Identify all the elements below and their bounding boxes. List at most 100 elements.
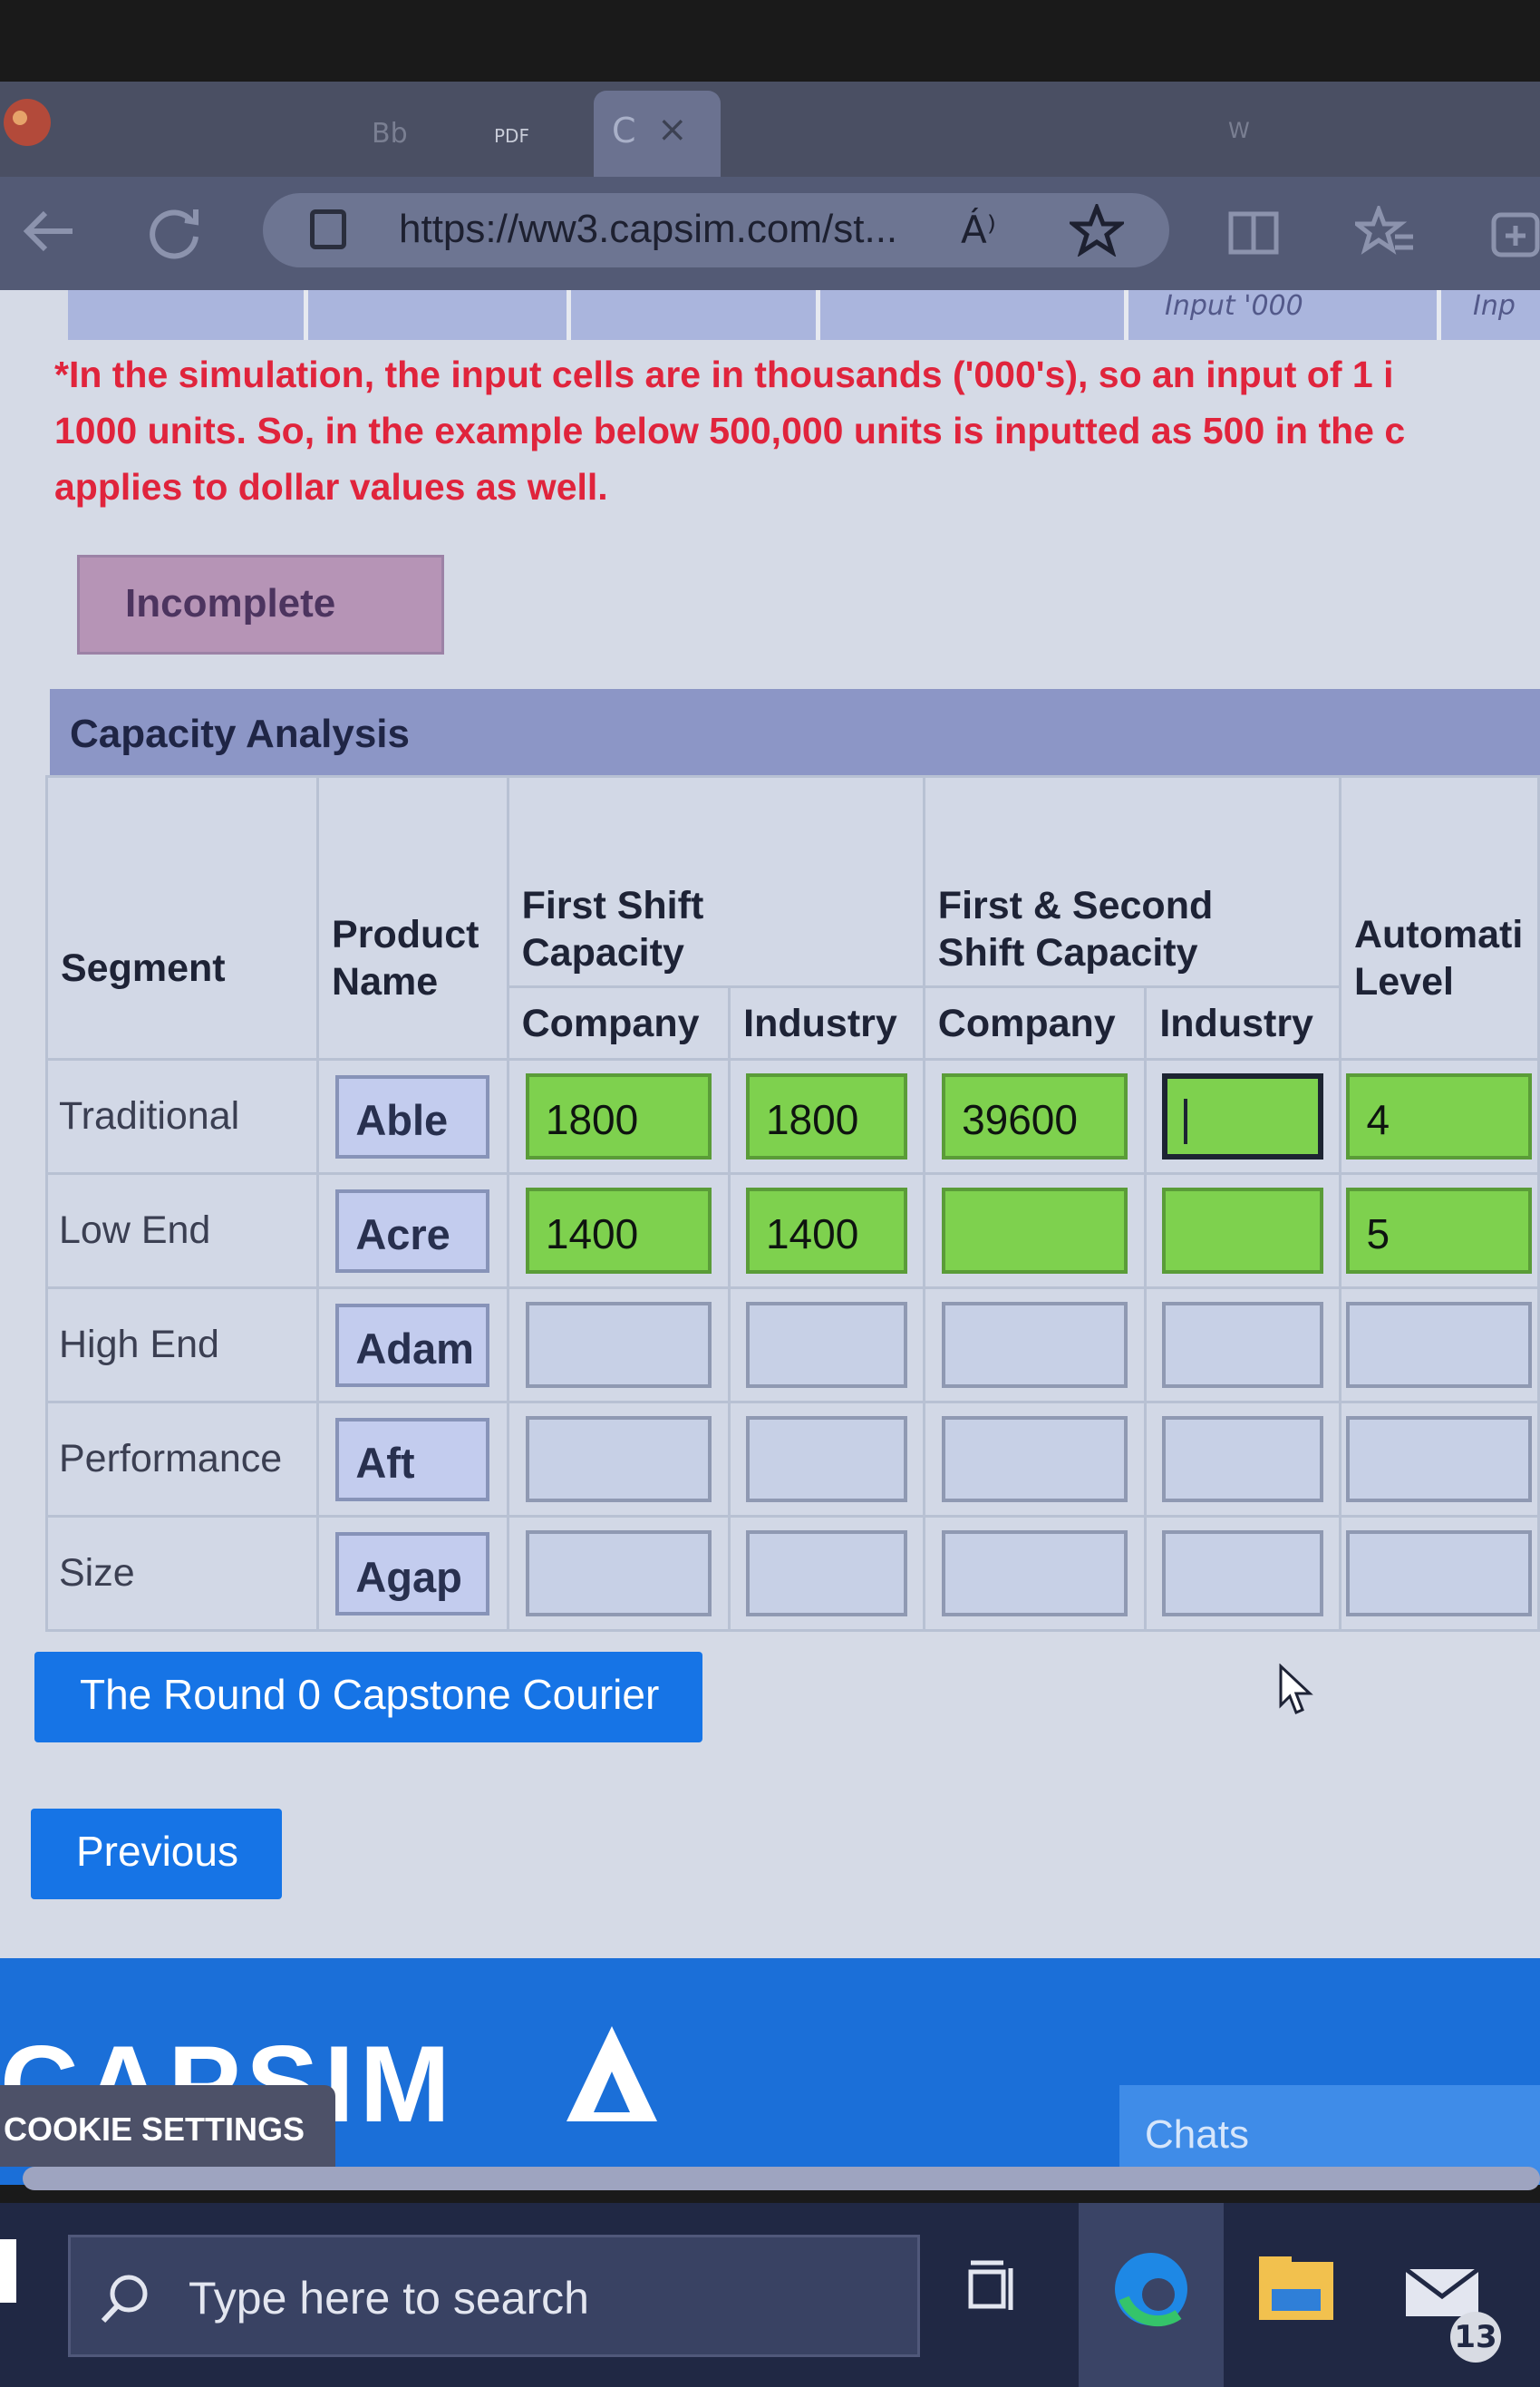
automation-level-input[interactable] <box>1346 1530 1533 1616</box>
first-shift-company-input-cell <box>506 1401 731 1518</box>
header-line: Level <box>1353 959 1454 1004</box>
product-name-cell: Adam <box>316 1286 509 1403</box>
first-shift-industry-input[interactable] <box>745 1530 907 1616</box>
header-fs-company: Company <box>506 985 731 1061</box>
previous-table-strip: Input '000 Inp <box>68 290 1540 340</box>
first-second-shift-industry-input[interactable] <box>1162 1302 1324 1388</box>
automation-level-input-cell: 5 <box>1338 1172 1540 1289</box>
refresh-icon[interactable] <box>145 202 205 262</box>
search-placeholder: Type here to search <box>189 2273 589 2324</box>
first-shift-industry-input[interactable] <box>745 1302 907 1388</box>
capsim-page: Input '000 Inp *In the simulation, the i… <box>0 290 1540 1958</box>
url-text: https://ww3.capsim.com/st... <box>399 207 898 251</box>
first-second-shift-company-input[interactable] <box>942 1188 1128 1274</box>
automation-level-input-cell: 4 <box>1338 1058 1540 1175</box>
first-shift-industry-input-cell <box>728 1286 925 1403</box>
search-icon <box>101 2275 148 2324</box>
header-automation-level: Automati Level <box>1338 775 1540 1061</box>
product-name-cell: Agap <box>316 1515 509 1632</box>
table-row: Low End Acre 1400 1400 5 <box>44 1172 1540 1289</box>
capacity-analysis-table: Segment Product Name First Shift Capacit… <box>44 775 1540 1632</box>
first-second-shift-industry-input-cell <box>1144 1401 1341 1518</box>
first-shift-industry-input-cell <box>728 1515 925 1632</box>
first-shift-industry-input[interactable]: 1800 <box>745 1073 907 1160</box>
capsim-mountain-logo-icon <box>567 2026 657 2121</box>
favorite-star-icon[interactable] <box>1070 204 1124 257</box>
automation-level-input[interactable] <box>1346 1416 1533 1502</box>
capacity-analysis-header: Capacity Analysis <box>50 689 1540 775</box>
back-icon[interactable] <box>18 204 82 258</box>
previous-button[interactable]: Previous <box>31 1809 282 1899</box>
first-shift-company-input[interactable] <box>525 1416 712 1502</box>
tab-capsim-active[interactable]: C × <box>594 91 721 181</box>
notice-line: *In the simulation, the input cells are … <box>54 354 1394 395</box>
table-row: Size Agap <box>44 1515 1540 1632</box>
first-second-shift-company-input[interactable] <box>942 1530 1128 1616</box>
first-second-shift-industry-input[interactable] <box>1162 1416 1324 1502</box>
first-second-shift-industry-input[interactable] <box>1162 1530 1324 1616</box>
first-shift-industry-input-cell: 1400 <box>728 1172 925 1289</box>
first-second-shift-industry-input[interactable] <box>1162 1073 1324 1160</box>
first-shift-company-input[interactable]: 1400 <box>525 1188 712 1274</box>
profile-avatar-icon[interactable] <box>0 91 63 154</box>
header-first-second-shift-capacity: First & Second Shift Capacity <box>922 775 1341 988</box>
header-line: Capacity <box>521 931 684 975</box>
taskbar-search-box[interactable]: Type here to search <box>68 2235 920 2357</box>
address-bar[interactable]: https://ww3.capsim.com/st... Á⁾ <box>263 193 1169 267</box>
split-screen-icon[interactable] <box>1228 211 1279 255</box>
first-second-shift-company-input[interactable] <box>942 1416 1128 1502</box>
lock-icon[interactable] <box>310 209 346 249</box>
automation-level-input[interactable]: 5 <box>1346 1188 1533 1274</box>
start-button-edge[interactable] <box>0 2239 16 2303</box>
table-row: Performance Aft <box>44 1401 1540 1518</box>
tab-pdf[interactable]: PDF <box>494 125 529 147</box>
product-name-cell: Aft <box>316 1401 509 1518</box>
first-shift-company-input[interactable] <box>525 1302 712 1388</box>
first-shift-industry-input-cell <box>728 1401 925 1518</box>
automation-level-input[interactable]: 4 <box>1346 1073 1533 1160</box>
browser-tab-strip: Bb PDF W C × <box>0 82 1540 181</box>
favorites-icon[interactable] <box>1355 206 1415 257</box>
capstone-courier-button[interactable]: The Round 0 Capstone Courier <box>34 1652 702 1742</box>
product-name-label: Agap <box>335 1531 490 1616</box>
windows-taskbar: Type here to search 13 <box>0 2203 1540 2387</box>
tab-blackboard[interactable]: Bb <box>372 118 408 150</box>
first-second-shift-company-input-cell <box>922 1172 1148 1289</box>
table-row: Traditional Able 1800 1800 39600 4 <box>44 1058 1540 1175</box>
file-explorer-icon[interactable] <box>1255 2253 1337 2325</box>
first-second-shift-company-input[interactable]: 39600 <box>942 1073 1128 1160</box>
header-line: First Shift <box>521 884 704 927</box>
first-second-shift-company-input-cell <box>922 1286 1148 1403</box>
first-second-shift-industry-input-cell <box>1144 1515 1341 1632</box>
first-second-shift-company-input-cell: 39600 <box>922 1058 1148 1175</box>
notice-line: 1000 units. So, in the example below 500… <box>54 410 1406 451</box>
header-fss-industry: Industry <box>1144 985 1341 1061</box>
first-second-shift-industry-input-cell <box>1144 1286 1341 1403</box>
product-name-label: Able <box>335 1074 490 1159</box>
first-shift-industry-input[interactable] <box>745 1416 907 1502</box>
read-aloud-icon[interactable]: Á⁾ <box>961 208 996 252</box>
horizontal-scrollbar[interactable] <box>23 2167 1540 2190</box>
first-shift-company-input[interactable]: 1800 <box>525 1073 712 1160</box>
close-tab-icon[interactable]: × <box>657 109 688 150</box>
first-second-shift-company-input-cell <box>922 1401 1148 1518</box>
first-second-shift-industry-input[interactable] <box>1162 1188 1324 1274</box>
tab-active-label: C <box>612 111 636 150</box>
segment-cell: Low End <box>44 1172 320 1289</box>
header-fs-industry: Industry <box>728 985 925 1061</box>
tab-word[interactable]: W <box>1228 118 1250 143</box>
strip-label: Inp <box>1473 290 1516 322</box>
automation-level-input-cell <box>1338 1401 1540 1518</box>
browser-navbar: https://ww3.capsim.com/st... Á⁾ <box>0 177 1540 290</box>
automation-level-input[interactable] <box>1346 1302 1533 1388</box>
header-fss-company: Company <box>922 985 1148 1061</box>
incomplete-status-button[interactable]: Incomplete <box>77 555 444 655</box>
collections-icon[interactable] <box>1487 206 1540 260</box>
cookie-settings-button[interactable]: COOKIE SETTINGS <box>0 2085 335 2167</box>
first-shift-industry-input[interactable]: 1400 <box>745 1188 907 1274</box>
header-line: Automati <box>1353 912 1524 956</box>
first-second-shift-company-input[interactable] <box>942 1302 1128 1388</box>
strip-label: Input '000 <box>1165 290 1303 322</box>
task-view-icon[interactable] <box>965 2257 1029 2321</box>
first-shift-company-input[interactable] <box>525 1530 712 1616</box>
